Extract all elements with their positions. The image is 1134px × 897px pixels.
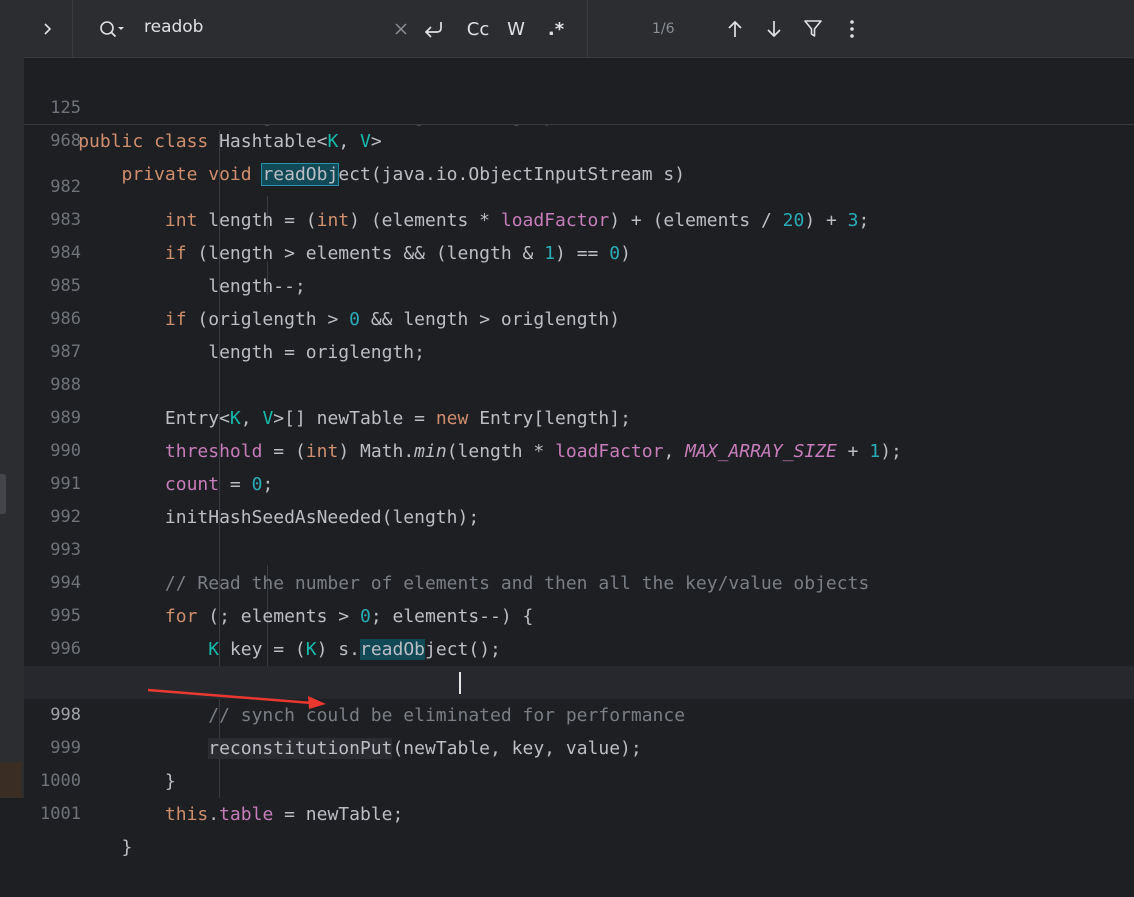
whole-words-toggle[interactable]: W (503, 14, 529, 44)
more-vertical-icon[interactable] (840, 14, 864, 44)
tool-window-marker (0, 762, 22, 798)
filter-icon[interactable] (800, 14, 826, 44)
search-input[interactable]: readob (144, 17, 203, 37)
chevron-right-icon[interactable] (36, 14, 60, 44)
code-editor[interactable]: 125 public class Hashtable<K, V> 968 pri… (24, 58, 1134, 858)
match-case-toggle[interactable]: Cc (462, 14, 494, 44)
new-line-icon[interactable] (420, 14, 448, 44)
line-number: 1001 (40, 804, 81, 824)
arrow-up-icon[interactable] (722, 14, 748, 44)
arrow-down-icon[interactable] (761, 14, 787, 44)
tool-window-tab[interactable] (0, 474, 6, 514)
red-arrow-annotation (147, 688, 326, 709)
search-history-icon[interactable] (96, 14, 128, 44)
left-tool-strip (0, 0, 24, 798)
match-count: 1/6 (652, 21, 675, 37)
regex-toggle[interactable]: .* (542, 14, 570, 44)
code-text: } (24, 837, 133, 858)
find-bar: readob Cc W .* 1/6 (24, 0, 1134, 58)
close-icon[interactable] (389, 14, 413, 44)
